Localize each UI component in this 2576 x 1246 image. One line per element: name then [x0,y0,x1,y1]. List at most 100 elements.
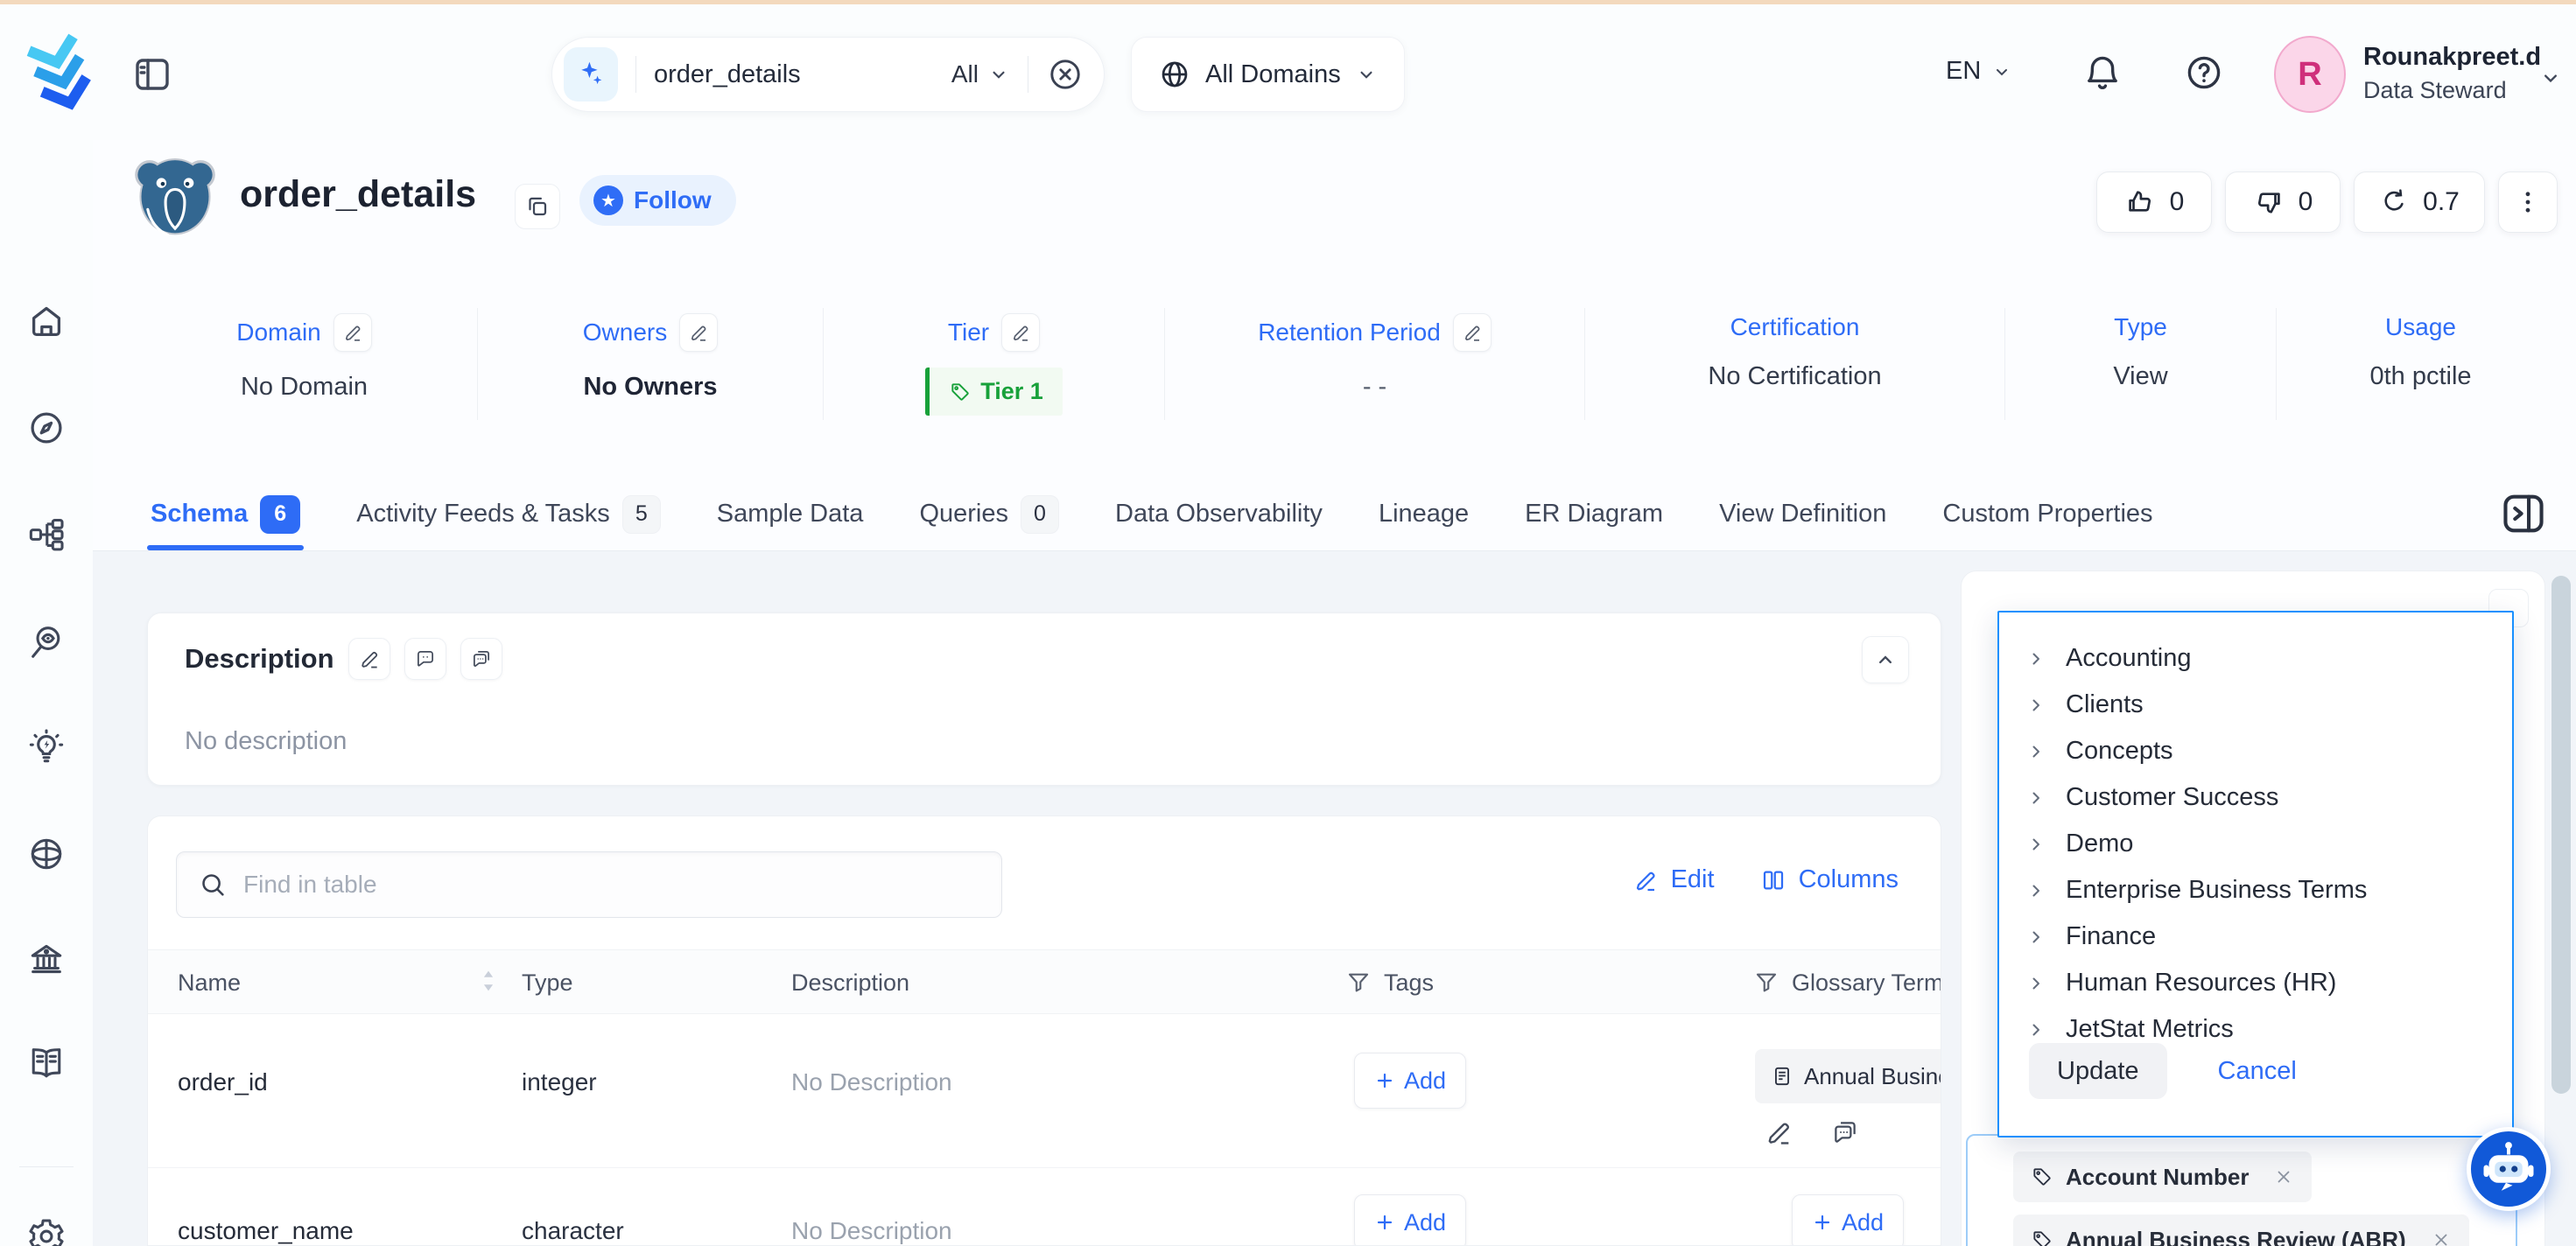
column-header-name[interactable]: Name [178,970,241,997]
chevron-down-icon [1355,63,1378,86]
column-name-value[interactable]: customer_name [178,1217,354,1245]
tree-item-label: Demo [2066,830,2133,858]
tree-item-concepts[interactable]: Concepts [1999,728,2512,774]
tree-item-label: Finance [2066,922,2156,951]
meta-retention: Retention Period - - [1164,308,1584,420]
nav-observability-icon[interactable] [26,621,67,662]
tier-score-button[interactable]: 0.7 [2354,172,2485,233]
tab-custom-properties[interactable]: Custom Properties [1942,500,2152,528]
user-menu-chevron-icon[interactable] [2538,66,2563,90]
description-tasks-button[interactable] [460,638,502,680]
sidebar-toggle-icon[interactable] [131,53,173,95]
filter-icon[interactable] [1345,970,1372,996]
tab-queries[interactable]: Queries 0 [919,495,1059,534]
add-tag-button[interactable]: Add [1354,1194,1466,1246]
tree-item-human-resources[interactable]: Human Resources (HR) [1999,960,2512,1006]
selected-term-label: Annual Business Review (ABR) [2066,1227,2406,1246]
column-name-value[interactable]: order_id [178,1068,268,1096]
ai-sparkle-button[interactable] [564,47,618,102]
edit-owners-button[interactable] [679,313,718,352]
column-description-value: No Description [791,1217,952,1245]
user-avatar[interactable]: R [2274,36,2346,113]
selected-term-label: Account Number [2066,1164,2249,1191]
follow-button[interactable]: ★ Follow [579,175,736,226]
glossary-term-chip[interactable]: Annual Business Review (ABR) [1755,1049,1941,1103]
clear-search-icon[interactable] [1046,55,1084,94]
nav-home-icon[interactable] [26,301,67,341]
tree-item-finance[interactable]: Finance [1999,914,2512,960]
owners-value: No Owners [583,373,717,402]
edit-tier-button[interactable] [1001,313,1040,352]
plus-icon [1374,1070,1395,1091]
collapse-description-button[interactable] [1862,636,1909,683]
nav-explore-icon[interactable] [26,408,67,448]
edit-table-button[interactable]: Edit [1632,865,1715,894]
help-button[interactable] [2183,52,2225,94]
tree-item-clients[interactable]: Clients [1999,682,2512,728]
tab-activity-feeds[interactable]: Activity Feeds & Tasks 5 [356,495,661,534]
global-search-bar[interactable]: All [551,37,1105,112]
app-logo[interactable] [18,29,103,116]
language-selector[interactable]: EN [1946,57,2012,86]
page-scrollbar[interactable] [2551,551,2572,1246]
tab-schema[interactable]: Schema 6 [151,495,300,534]
add-tag-button[interactable]: Add [1354,1053,1466,1109]
nav-lineage-icon[interactable] [26,514,67,555]
edit-domain-button[interactable] [333,313,372,352]
downvote-button[interactable]: 0 [2225,172,2341,233]
retention-label: Retention Period [1258,318,1441,346]
glossary-term-label: Annual Business Review (ABR) [1804,1063,1941,1090]
tab-er-diagram[interactable]: ER Diagram [1525,500,1663,528]
chevron-right-icon [2025,834,2046,855]
request-description-button[interactable] [404,638,446,680]
sort-icon[interactable] [474,966,503,996]
thumbs-up-icon [2124,186,2156,218]
add-glossary-button[interactable]: Add [1792,1194,1904,1246]
tab-data-observability[interactable]: Data Observability [1115,500,1323,528]
tree-item-customer-success[interactable]: Customer Success [1999,774,2512,821]
tab-lineage[interactable]: Lineage [1379,500,1469,528]
bell-icon [2081,52,2123,94]
cancel-button[interactable]: Cancel [2218,1057,2297,1086]
search-scope-dropdown[interactable]: All [951,60,1010,88]
right-panel-toggle-icon[interactable] [2498,488,2549,539]
selected-term-chip[interactable]: Annual Business Review (ABR) [2013,1214,2469,1246]
user-menu[interactable]: Rounakpreet.d Data Steward [2363,41,2541,106]
find-in-table-input[interactable] [243,871,980,899]
nav-settings-icon[interactable] [26,1216,67,1246]
find-in-table-box[interactable] [176,851,1002,918]
tree-item-enterprise-business-terms[interactable]: Enterprise Business Terms [1999,867,2512,914]
edit-retention-button[interactable] [1453,313,1492,352]
edit-glossary-icon[interactable] [1764,1117,1793,1147]
tree-item-demo[interactable]: Demo [1999,821,2512,867]
copy-name-button[interactable] [515,184,560,229]
remove-term-icon[interactable] [2273,1166,2294,1187]
update-button[interactable]: Update [2029,1043,2167,1099]
filter-icon[interactable] [1753,970,1779,996]
edit-description-button[interactable] [348,638,390,680]
nav-govern-icon[interactable] [26,939,67,979]
tab-view-definition[interactable]: View Definition [1719,500,1886,528]
chat-assistant-button[interactable] [2467,1127,2551,1211]
upvote-button[interactable]: 0 [2096,172,2212,233]
nav-insights-icon[interactable] [26,728,67,768]
tier-badge[interactable]: Tier 1 [925,368,1063,416]
search-input[interactable] [654,60,951,89]
star-icon: ★ [593,186,623,215]
tab-label: View Definition [1719,500,1886,528]
tree-item-accounting[interactable]: Accounting [1999,635,2512,682]
description-title: Description [185,643,334,675]
search-scope-label: All [951,60,979,88]
scrollbar-thumb[interactable] [2551,576,2571,1094]
nav-domains-icon[interactable] [26,834,67,874]
nav-glossary-icon[interactable] [26,1042,67,1082]
selected-term-chip[interactable]: Account Number [2013,1152,2312,1202]
tab-sample-data[interactable]: Sample Data [717,500,864,528]
more-actions-button[interactable] [2498,172,2558,233]
domains-filter-button[interactable]: All Domains [1131,37,1405,112]
remove-term-icon[interactable] [2431,1229,2452,1246]
request-glossary-icon[interactable] [1830,1117,1860,1147]
notifications-button[interactable] [2081,52,2123,94]
columns-button[interactable]: Columns [1760,865,1899,894]
column-type-value: character [522,1217,624,1245]
